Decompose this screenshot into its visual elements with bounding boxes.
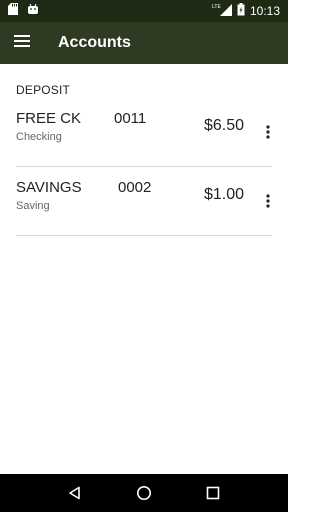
network-label: LTE: [212, 4, 221, 10]
overflow-menu-button[interactable]: [258, 118, 278, 146]
more-vert-icon: [266, 125, 270, 139]
account-type: Saving: [16, 200, 50, 212]
account-type: Checking: [16, 131, 62, 143]
hamburger-menu-icon: [14, 34, 30, 52]
navigation-bar: [0, 474, 288, 512]
status-right: LTE 10:13: [212, 3, 280, 19]
overflow-menu-button[interactable]: [258, 187, 278, 215]
account-name: SAVINGS: [16, 179, 82, 196]
recents-icon: [207, 486, 220, 500]
account-list: DEPOSIT FREE CK 0011 Checking $6.50 SAVI…: [0, 64, 288, 236]
more-vert-icon: [266, 194, 270, 208]
account-name: FREE CK: [16, 110, 82, 127]
home-icon: [136, 486, 151, 500]
menu-button[interactable]: [0, 22, 44, 64]
status-bar: LTE 10:13: [0, 0, 288, 22]
home-button[interactable]: [124, 474, 164, 512]
account-balance: $6.50: [203, 117, 244, 134]
recents-button[interactable]: [193, 474, 233, 512]
account-number: 0011: [114, 110, 147, 127]
account-row[interactable]: SAVINGS 0002 Saving $1.00: [16, 167, 272, 236]
battery-icon: [237, 3, 245, 19]
app-bar: Accounts: [0, 22, 288, 64]
sd-card-icon: [8, 2, 18, 20]
lte-signal-icon: LTE: [212, 3, 232, 19]
page-title: Accounts: [58, 34, 131, 51]
android-icon: [27, 2, 39, 20]
status-left: [8, 2, 39, 20]
back-icon: [68, 486, 80, 500]
screen: LTE 10:13 Accounts DEPOSIT FREE CK 0011 …: [0, 0, 288, 512]
account-row[interactable]: FREE CK 0011 Checking $6.50: [16, 98, 272, 167]
account-balance: $1.00: [203, 186, 244, 203]
account-number: 0002: [118, 179, 152, 196]
back-button[interactable]: [55, 474, 95, 512]
status-time: 10:13: [249, 4, 280, 18]
section-header-deposit: DEPOSIT: [16, 83, 71, 97]
